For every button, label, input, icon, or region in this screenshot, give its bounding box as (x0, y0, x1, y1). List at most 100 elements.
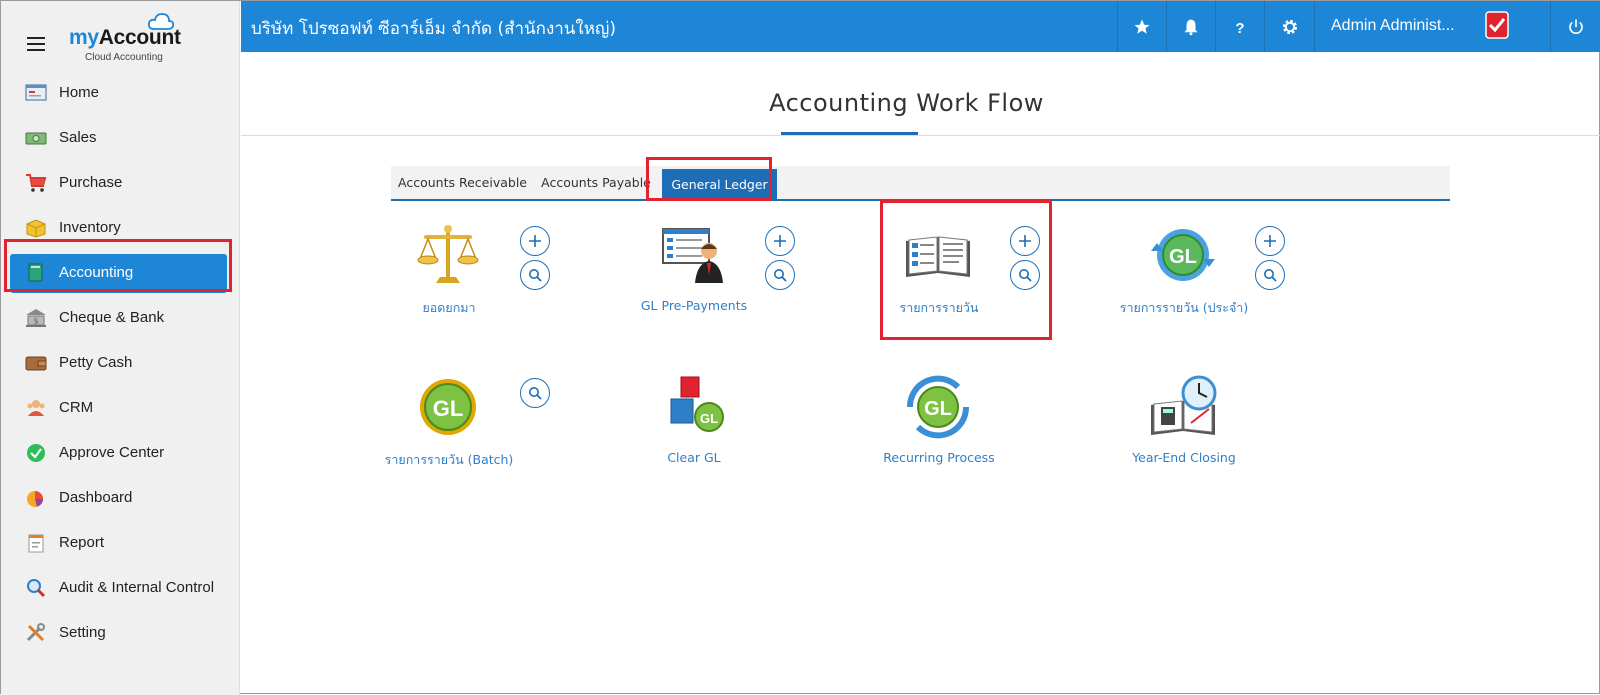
sidebar-item-dashboard[interactable]: Dashboard (1, 476, 240, 521)
scales-icon[interactable] (412, 221, 484, 291)
svg-text:GL: GL (700, 411, 718, 426)
sidebar-item-label: Approve Center (59, 444, 165, 461)
gl-cycle-icon[interactable]: GL (1147, 221, 1219, 291)
search-button[interactable] (520, 260, 550, 290)
tile-label[interactable]: รายการรายวัน (874, 298, 1004, 318)
search-icon (1019, 269, 1032, 282)
home-icon (25, 84, 47, 101)
sidebar-item-label: Home (59, 84, 100, 101)
sidebar-item-setting[interactable]: Setting (1, 611, 240, 656)
sidebar-item-label: Purchase (59, 174, 123, 191)
bank-icon: $ (26, 309, 46, 327)
pie-chart-icon (27, 491, 43, 507)
sidebar-item-home[interactable]: Home (1, 71, 240, 116)
app-window: myAccount Cloud Accounting Home Sales Pu… (0, 0, 1600, 695)
tile-year-end-closing: Year-End Closing (1119, 373, 1319, 493)
title-divider (241, 135, 1600, 136)
tile-label[interactable]: Recurring Process (874, 450, 1004, 465)
sidebar-item-accounting[interactable]: Accounting (1, 251, 240, 296)
logout-button[interactable] (1550, 1, 1600, 52)
sidebar-item-label: Report (59, 534, 105, 551)
plus-icon (1019, 235, 1031, 247)
sidebar-item-petty-cash[interactable]: Petty Cash (1, 341, 240, 386)
app-logo[interactable]: myAccount Cloud Accounting (69, 13, 189, 66)
search-button[interactable] (1255, 260, 1285, 290)
sidebar-item-inventory[interactable]: Inventory (1, 206, 240, 251)
add-button[interactable] (765, 226, 795, 256)
favorites-button[interactable] (1117, 1, 1166, 52)
sidebar-item-cheque-bank[interactable]: $ Cheque & Bank (1, 296, 240, 341)
sidebar-item-label: Sales (59, 129, 97, 146)
help-icon: ? (1235, 20, 1244, 36)
logo-subtitle: Cloud Accounting (85, 52, 163, 63)
sidebar-item-label: Dashboard (59, 489, 133, 506)
company-name[interactable]: บริษัท โปรซอฟท์ ซีอาร์เอ็ม จำกัด (สำนักง… (251, 15, 616, 42)
bell-icon (1184, 19, 1198, 35)
calendar-clock-icon[interactable] (1147, 373, 1219, 443)
check-icon (27, 444, 45, 462)
sidebar-item-label: Audit & Internal Control (59, 579, 215, 596)
tools-icon (26, 623, 45, 642)
open-book-icon[interactable] (902, 221, 974, 291)
workflow-tabs: Accounts Receivable Accounts Payable Gen… (391, 166, 1450, 201)
plus-icon (1264, 235, 1276, 247)
menu-toggle-icon[interactable] (27, 37, 45, 51)
gl-recycle-icon[interactable]: GL (902, 373, 974, 443)
tile-batch-journal: GL รายการรายวัน (Batch) (384, 373, 584, 493)
tile-label[interactable]: ยอดยกมา (384, 298, 514, 318)
power-icon (1568, 19, 1583, 34)
top-bar: บริษัท โปรซอฟท์ ซีอาร์เอ็ม จำกัด (สำนักง… (241, 1, 1600, 52)
user-menu[interactable]: Admin Administ... (1314, 1, 1550, 52)
search-button[interactable] (765, 260, 795, 290)
add-button[interactable] (1255, 226, 1285, 256)
tile-label[interactable]: Year-End Closing (1119, 450, 1249, 465)
tile-daily-journal: รายการรายวัน (874, 221, 1074, 341)
svg-text:?: ? (1235, 20, 1244, 36)
svg-text:GL: GL (1169, 246, 1197, 268)
sidebar-item-sales[interactable]: Sales (1, 116, 240, 161)
cart-icon (26, 174, 47, 192)
svg-text:GL: GL (924, 398, 952, 420)
add-button[interactable] (520, 226, 550, 256)
sidebar-header: myAccount Cloud Accounting (1, 1, 239, 71)
plus-icon (529, 235, 541, 247)
tile-gl-prepayments: GL Pre-Payments (629, 221, 829, 341)
tab-general-ledger[interactable]: General Ledger (662, 169, 777, 199)
tile-recurring-process: GL Recurring Process (874, 373, 1074, 493)
tile-label[interactable]: รายการรายวัน (Batch) (384, 450, 514, 470)
tile-label[interactable]: GL Pre-Payments (629, 298, 759, 313)
tab-accounts-payable[interactable]: Accounts Payable (534, 166, 658, 199)
settings-button[interactable] (1264, 1, 1314, 52)
search-icon (529, 269, 542, 282)
ledger-person-icon[interactable] (657, 221, 729, 291)
money-icon (25, 132, 47, 145)
sidebar-item-audit[interactable]: Audit & Internal Control (1, 566, 240, 611)
sidebar-item-purchase[interactable]: Purchase (1, 161, 240, 206)
sidebar-item-crm[interactable]: CRM (1, 386, 240, 431)
sidebar: myAccount Cloud Accounting Home Sales Pu… (1, 1, 240, 695)
user-name: Admin Administ... (1331, 17, 1455, 34)
logo-title: myAccount (69, 26, 181, 49)
tile-label[interactable]: Clear GL (629, 450, 759, 465)
gl-badge-icon[interactable]: GL (412, 373, 484, 443)
box-icon (26, 219, 46, 238)
search-button[interactable] (520, 378, 550, 408)
search-button[interactable] (1010, 260, 1040, 290)
main-content: Accounting Work Flow Accounts Receivable… (241, 52, 1600, 695)
star-icon (1134, 19, 1150, 34)
notifications-button[interactable] (1166, 1, 1215, 52)
sidebar-item-approve-center[interactable]: Approve Center (1, 431, 240, 476)
help-button[interactable]: ? (1215, 1, 1264, 52)
sidebar-item-label: Setting (59, 624, 106, 641)
plus-icon (774, 235, 786, 247)
gl-blocks-icon[interactable]: GL (657, 373, 729, 443)
tile-label[interactable]: รายการรายวัน (ประจำ) (1119, 298, 1249, 318)
avatar (1485, 11, 1509, 39)
tab-accounts-receivable[interactable]: Accounts Receivable (391, 166, 534, 199)
add-button[interactable] (1010, 226, 1040, 256)
magnifier-icon (27, 579, 46, 598)
sidebar-item-report[interactable]: Report (1, 521, 240, 566)
tile-clear-gl: GL Clear GL (629, 373, 829, 493)
people-icon (27, 400, 45, 416)
search-icon (529, 387, 542, 400)
